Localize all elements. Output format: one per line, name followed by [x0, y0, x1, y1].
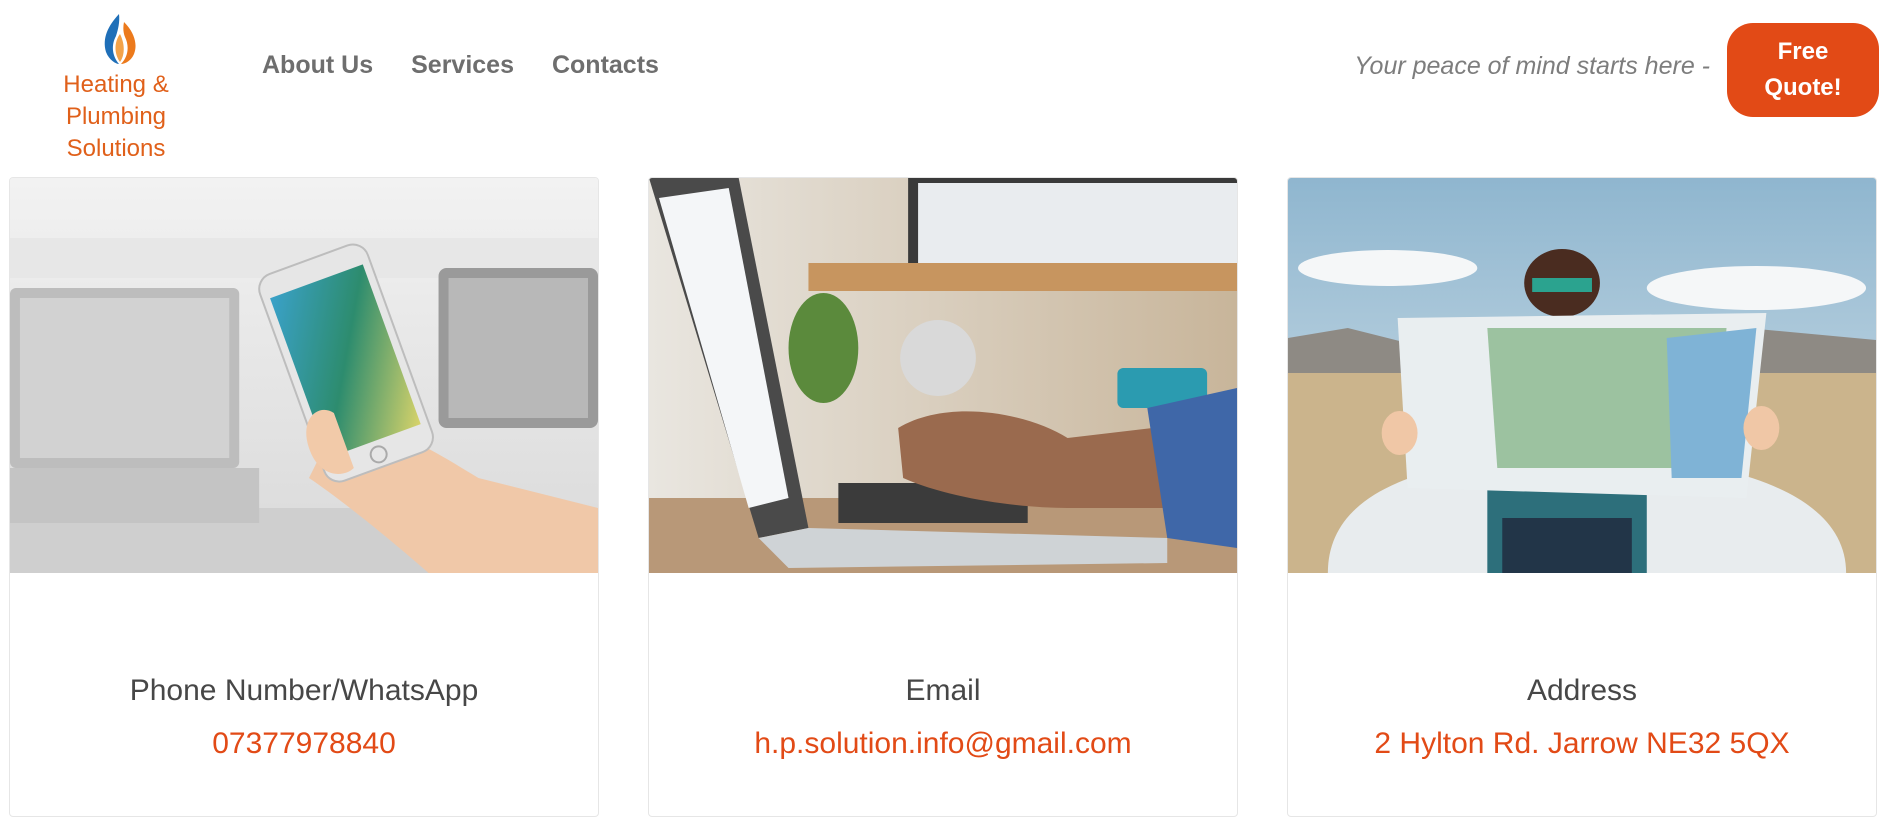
- nav-about-us[interactable]: About Us: [262, 51, 373, 80]
- tagline: Your peace of mind starts here -: [1354, 52, 1710, 80]
- hand-holding-phone-photo: [10, 178, 598, 573]
- logo-line-1: Heating & Plumbing: [63, 71, 169, 130]
- nav-contacts[interactable]: Contacts: [552, 51, 659, 80]
- logo-line-2: Solutions: [66, 135, 166, 162]
- phone-number-link[interactable]: 07377978840: [10, 727, 598, 761]
- woman-reading-map-photo: [1288, 178, 1876, 573]
- nav-services[interactable]: Services: [411, 51, 514, 80]
- logo-text: Heating & Plumbing Solutions: [10, 69, 222, 165]
- address-link[interactable]: 2 Hylton Rd. Jarrow NE32 5QX: [1288, 727, 1876, 761]
- flame-icon: [104, 14, 136, 64]
- free-quote-line-1: Free: [1777, 38, 1829, 65]
- contact-card-address: Address 2 Hylton Rd. Jarrow NE32 5QX: [1287, 177, 1877, 817]
- email-title: Email: [905, 674, 981, 707]
- typing-on-laptop-photo: [649, 178, 1237, 573]
- brand-logo[interactable]: Heating & Plumbing Solutions: [10, 12, 222, 162]
- phone-title: Phone Number/WhatsApp: [129, 674, 479, 707]
- site-header: Heating & Plumbing Solutions About Us Se…: [0, 0, 1883, 165]
- contact-card-phone: Phone Number/WhatsApp 07377978840: [9, 177, 599, 817]
- free-quote-button[interactable]: Free Quote!: [1727, 23, 1879, 117]
- email-link[interactable]: h.p.solution.info@gmail.com: [649, 727, 1237, 761]
- contact-card-email: Email h.p.solution.info@gmail.com: [648, 177, 1238, 817]
- address-title: Address: [1526, 674, 1638, 707]
- main-nav: About Us Services Contacts: [262, 51, 659, 80]
- free-quote-line-2: Quote!: [1764, 74, 1842, 101]
